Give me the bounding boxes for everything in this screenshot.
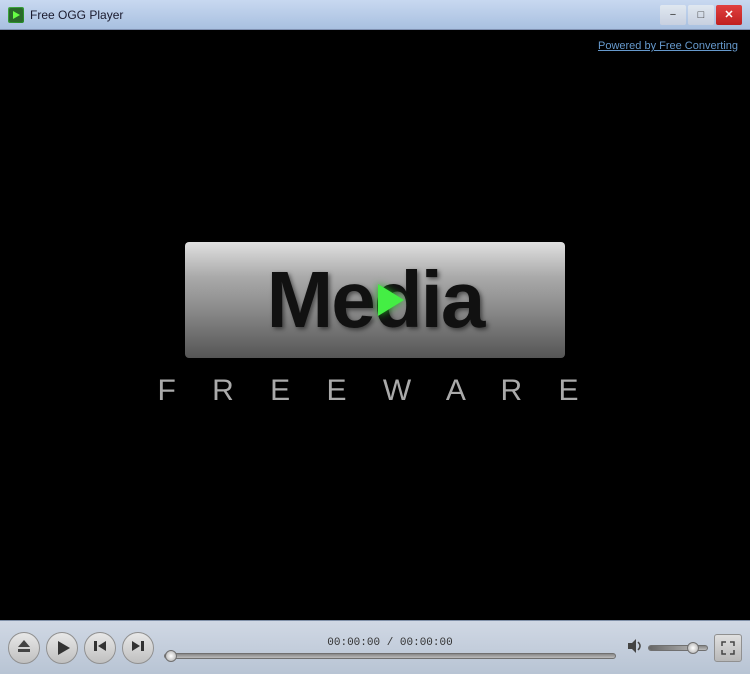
window-controls: − □ ✕ <box>660 5 742 25</box>
play-icon <box>58 641 70 655</box>
volume-fill <box>649 646 690 650</box>
seek-bar[interactable] <box>164 653 616 659</box>
eject-icon <box>17 639 31 656</box>
volume-area <box>626 637 708 658</box>
app-icon <box>8 7 24 23</box>
powered-by-link[interactable]: Powered by Free Converting <box>598 40 738 52</box>
volume-thumb[interactable] <box>687 642 699 654</box>
fullscreen-button[interactable] <box>714 634 742 662</box>
video-area: Powered by Free Converting Me d ia F r e… <box>0 30 750 620</box>
title-bar-left: Free OGG Player <box>8 7 123 23</box>
prev-icon <box>93 639 107 656</box>
eject-button[interactable] <box>8 632 40 664</box>
maximize-button[interactable]: □ <box>688 5 714 25</box>
media-text-part2: ia <box>421 260 484 340</box>
next-button[interactable] <box>122 632 154 664</box>
controls-bar: 00:00:00 / 00:00:00 <box>0 620 750 674</box>
logo-container: Me d ia F r e e w a r e <box>157 242 592 408</box>
play-button[interactable] <box>46 632 78 664</box>
media-badge: Me d ia <box>185 242 565 358</box>
title-bar: Free OGG Player − □ ✕ <box>0 0 750 30</box>
window-title: Free OGG Player <box>30 8 123 22</box>
media-logo-text: Me d ia <box>267 260 484 340</box>
fullscreen-icon <box>721 641 735 655</box>
freeware-text: F r e e w a r e <box>157 374 592 408</box>
prev-button[interactable] <box>84 632 116 664</box>
next-icon <box>131 639 145 656</box>
seek-thumb[interactable] <box>165 650 177 662</box>
volume-icon[interactable] <box>626 637 644 658</box>
time-display: 00:00:00 / 00:00:00 <box>164 637 616 649</box>
seek-area: 00:00:00 / 00:00:00 <box>160 637 620 659</box>
volume-track[interactable] <box>648 645 708 651</box>
media-text-part1: Me <box>267 260 374 340</box>
close-button[interactable]: ✕ <box>716 5 742 25</box>
play-triangle-icon <box>378 284 404 316</box>
minimize-button[interactable]: − <box>660 5 686 25</box>
